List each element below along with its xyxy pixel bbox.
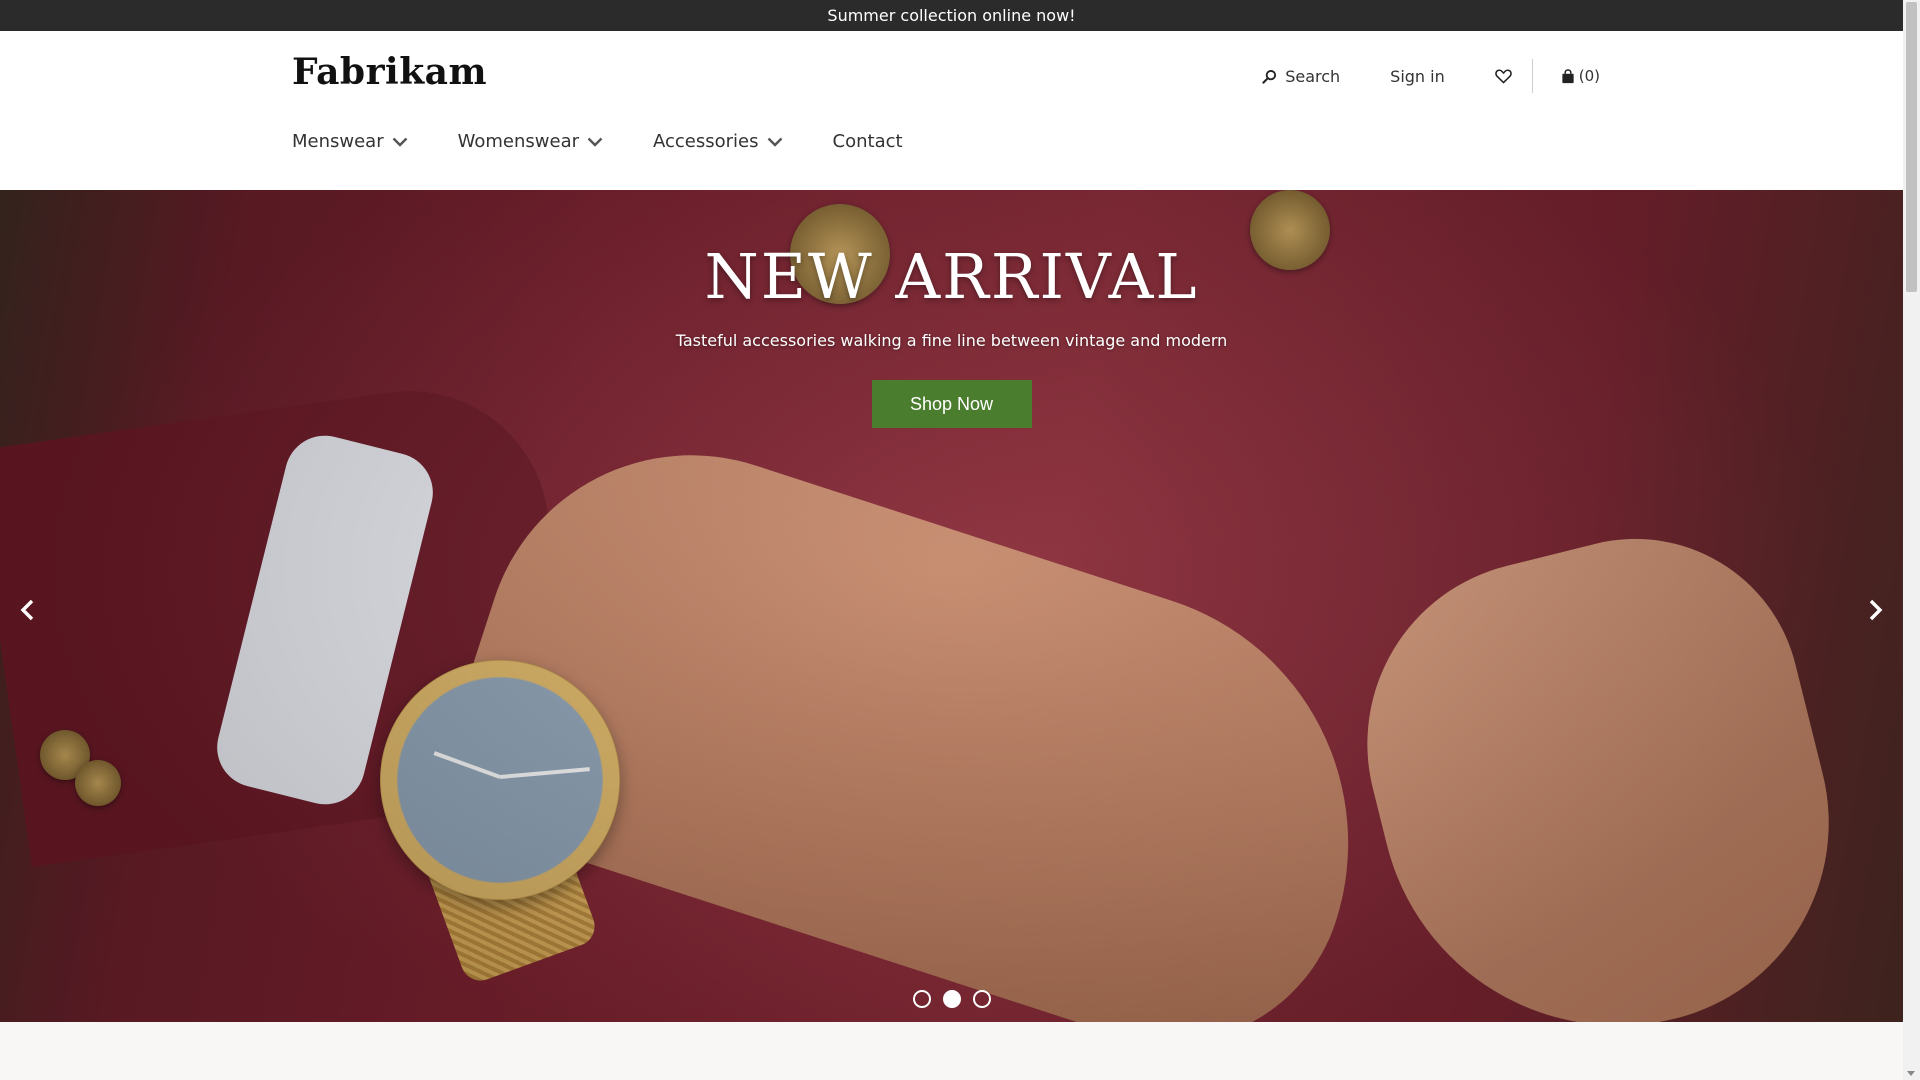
chevron-left-icon xyxy=(20,599,34,621)
chevron-down-icon xyxy=(587,137,603,147)
sign-in-link[interactable]: Sign in xyxy=(1390,67,1445,86)
chevron-down-icon xyxy=(767,137,783,147)
heart-icon xyxy=(1494,68,1512,84)
nav-item-label: Menswear xyxy=(292,131,384,152)
nav-item-contact[interactable]: Contact xyxy=(833,131,903,152)
shop-now-button[interactable]: Shop Now xyxy=(871,380,1032,428)
nav-item-womenswear[interactable]: Womenswear xyxy=(458,131,603,152)
scroll-down-arrow[interactable] xyxy=(1907,1071,1915,1076)
carousel-indicators xyxy=(0,990,1903,1008)
promo-text: Summer collection online now! xyxy=(827,6,1076,25)
hero-title: NEW ARRIVAL xyxy=(704,240,1199,313)
hero-carousel: NEW ARRIVAL Tasteful accessories walking… xyxy=(0,190,1903,1022)
page-scrollbar[interactable] xyxy=(1903,0,1920,1080)
shopping-bag-icon xyxy=(1561,68,1575,84)
main-nav: Menswear Womenswear Accessories Contact xyxy=(292,131,953,152)
nav-item-label: Contact xyxy=(832,131,903,152)
nav-item-menswear[interactable]: Menswear xyxy=(292,131,408,152)
utility-nav: Search Sign in (0) xyxy=(1262,59,1600,93)
page: Summer collection online now! Fabrikam S… xyxy=(0,0,1903,1080)
sign-in-label: Sign in xyxy=(1390,66,1445,86)
chevron-right-icon xyxy=(1869,599,1883,621)
search-icon xyxy=(1262,69,1277,84)
nav-item-label: Womenswear xyxy=(457,131,580,152)
search-button[interactable]: Search xyxy=(1262,67,1340,86)
content-section xyxy=(0,1022,1903,1080)
carousel-dot-3[interactable] xyxy=(972,990,991,1008)
nav-item-label: Accessories xyxy=(653,131,759,152)
carousel-dot-2[interactable] xyxy=(942,990,961,1008)
carousel-next-button[interactable] xyxy=(1861,590,1891,630)
cart-count: (0) xyxy=(1578,67,1600,85)
wishlist-button[interactable] xyxy=(1494,68,1512,84)
site-header: Fabrikam Search Sign in (0) Menswear Wom… xyxy=(0,31,1903,190)
cart-button[interactable]: (0) xyxy=(1561,67,1600,85)
hero-subtitle: Tasteful accessories walking a fine line… xyxy=(675,331,1228,350)
scrollbar-thumb[interactable] xyxy=(1906,2,1917,292)
site-logo[interactable]: Fabrikam xyxy=(292,51,487,93)
nav-item-accessories[interactable]: Accessories xyxy=(653,131,783,152)
hero-content: NEW ARRIVAL Tasteful accessories walking… xyxy=(0,240,1903,428)
search-label: Search xyxy=(1285,66,1341,86)
utility-divider xyxy=(1531,59,1533,93)
carousel-dot-1[interactable] xyxy=(912,990,931,1008)
carousel-prev-button[interactable] xyxy=(12,590,42,630)
chevron-down-icon xyxy=(392,137,408,147)
promo-banner: Summer collection online now! xyxy=(0,0,1903,31)
